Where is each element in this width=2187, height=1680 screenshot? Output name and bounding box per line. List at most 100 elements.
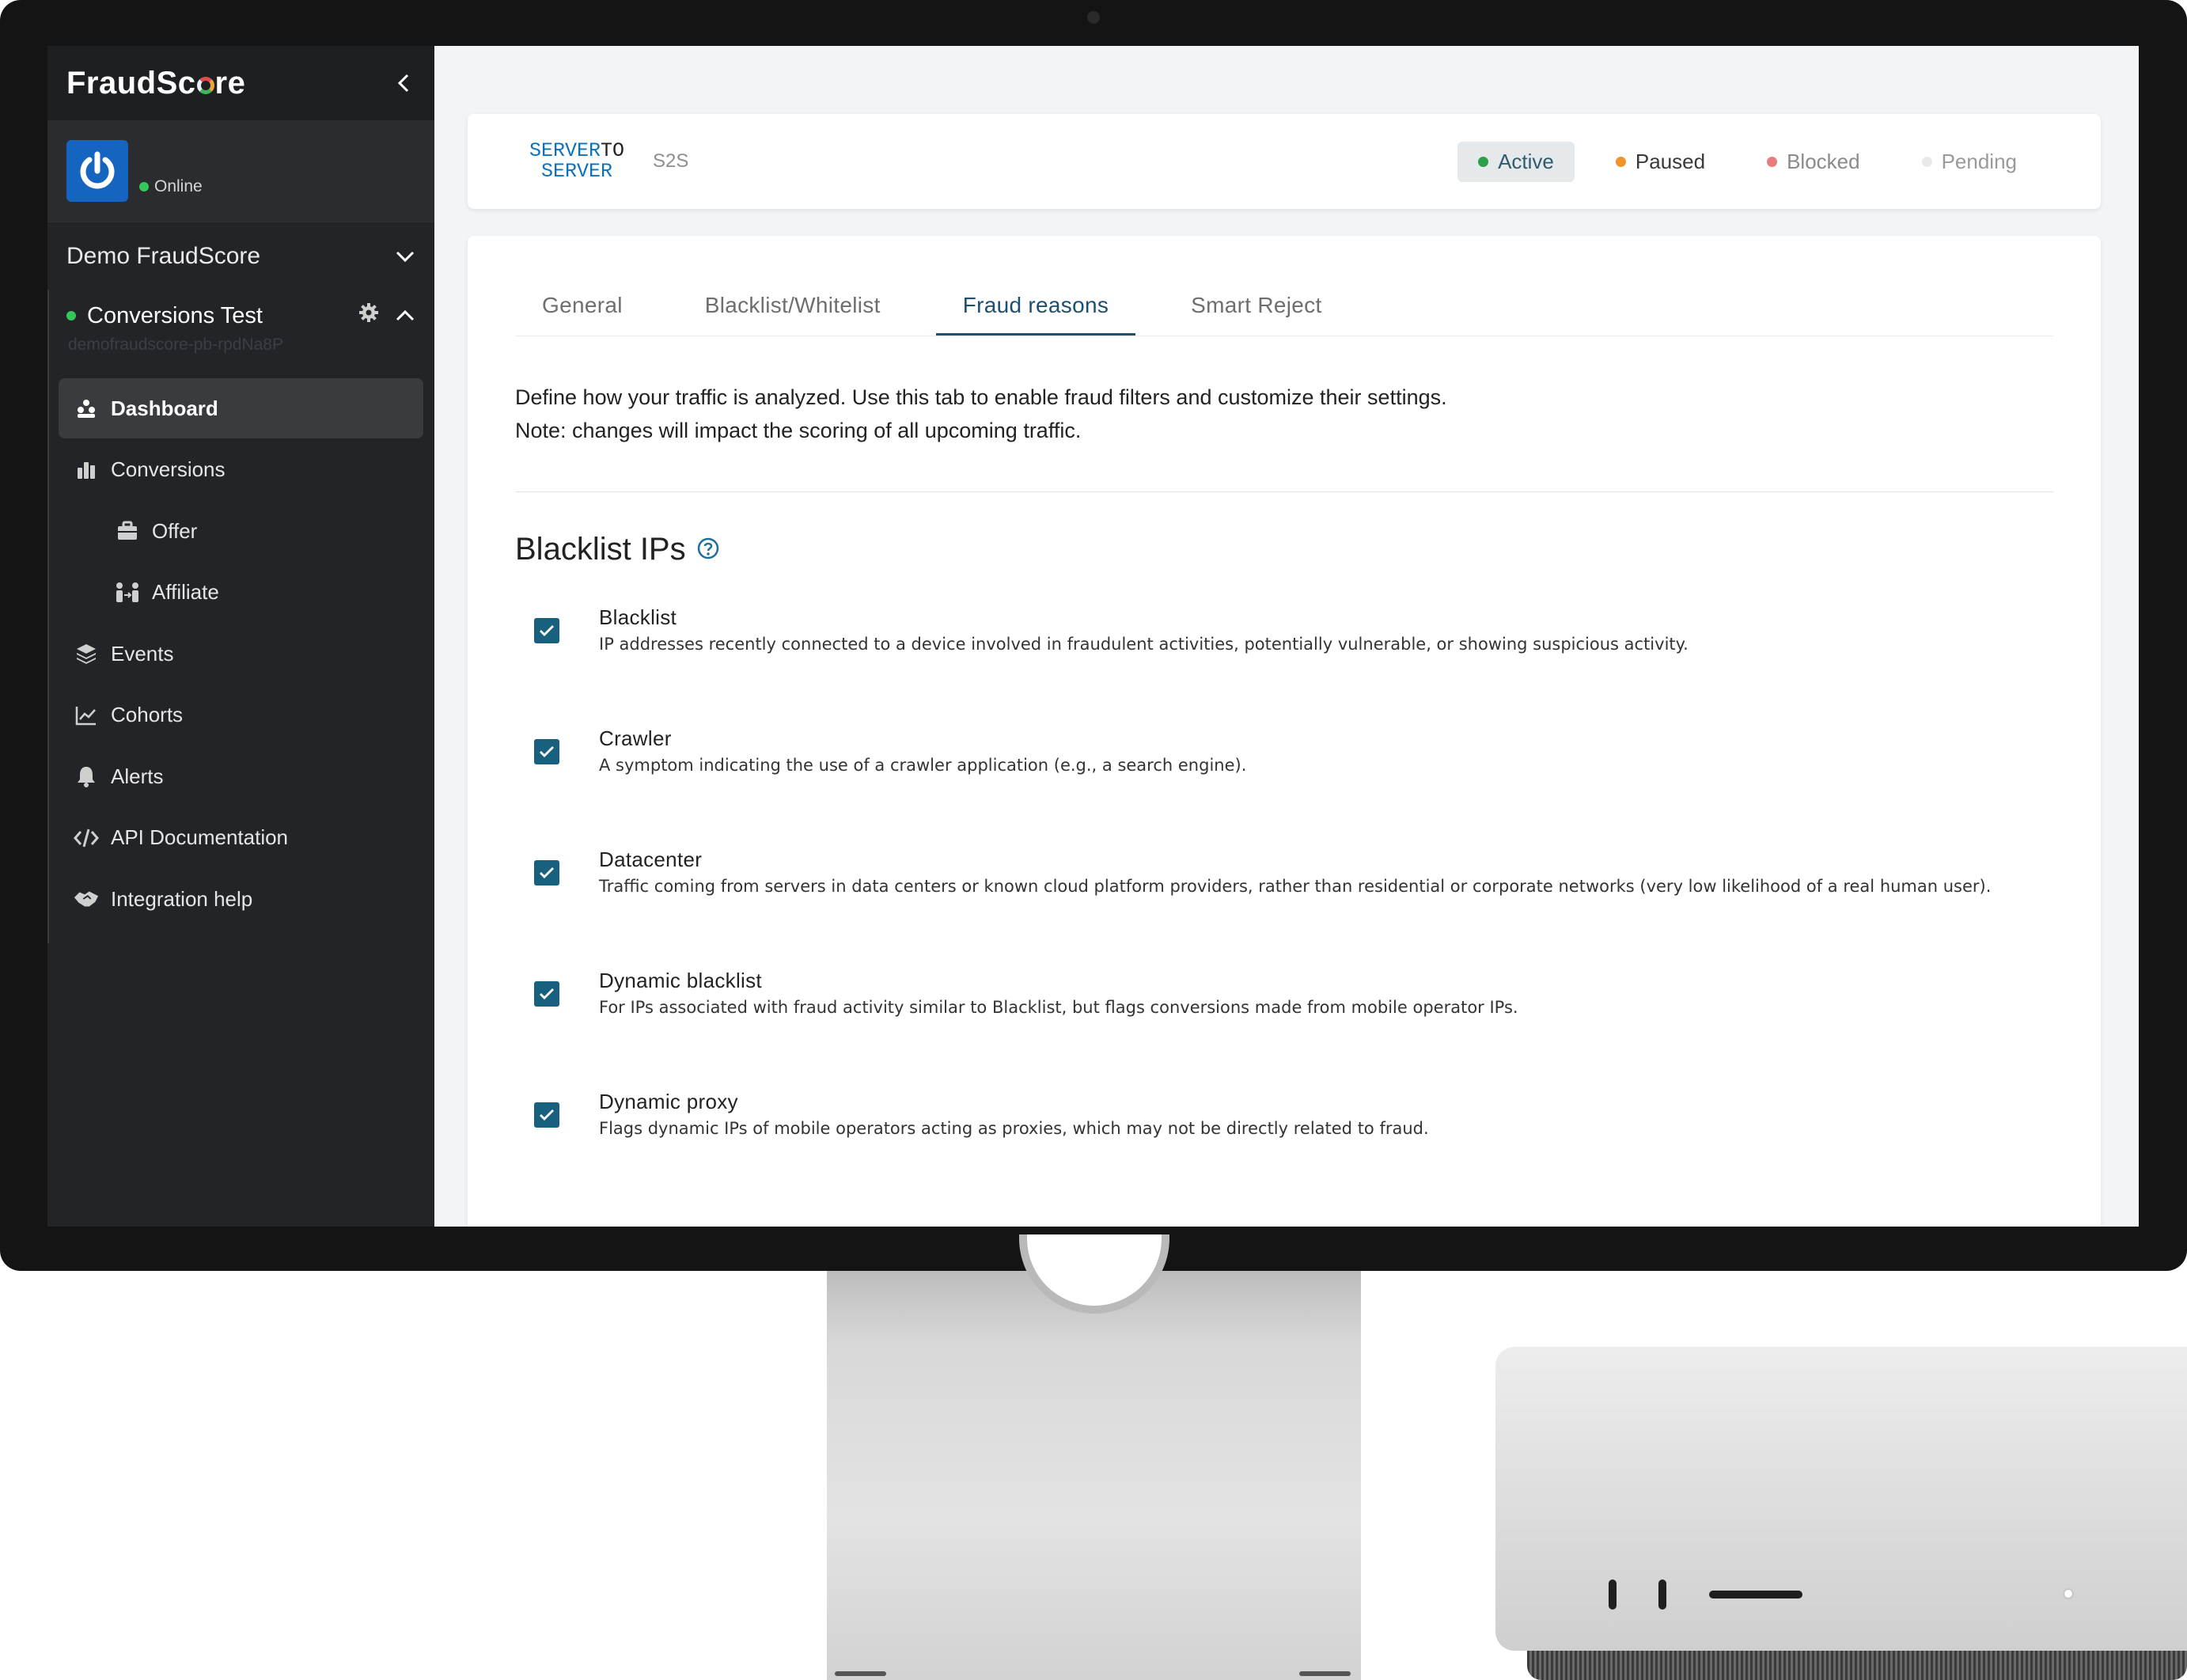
sidebar-item-label: API Documentation <box>111 825 289 849</box>
sidebar-item-affiliate[interactable]: Affiliate <box>59 563 423 623</box>
rule-title: Datacenter <box>599 848 703 871</box>
status-pending-button[interactable]: Pending <box>1901 142 2037 182</box>
org-selector[interactable]: Demo FraudScore <box>47 222 434 290</box>
status-active-button[interactable]: Active <box>1457 141 1575 182</box>
rule-crawler: Crawler A symptom indicating the use of … <box>515 726 2053 790</box>
rule-datacenter: Datacenter Traffic coming from servers i… <box>515 848 2053 911</box>
checkbox-crawler[interactable] <box>534 739 559 764</box>
sidebar-item-label: Events <box>111 641 174 666</box>
checkbox-dynamic-blacklist[interactable] <box>534 981 559 1007</box>
briefcase-icon <box>114 521 141 541</box>
online-status: Online <box>139 177 203 196</box>
intro-line-2: Note: changes will impact the scoring of… <box>515 419 1082 442</box>
rules-list: Blacklist IP addresses recently connecte… <box>515 605 2053 1153</box>
project-accent-line <box>47 290 49 943</box>
sidebar-item-dashboard[interactable]: Dashboard <box>59 378 423 438</box>
tab-blacklist-whitelist[interactable]: Blacklist/Whitelist <box>678 293 908 336</box>
rule-blacklist: Blacklist IP addresses recently connecte… <box>515 605 2053 669</box>
s2s-logo-line2: SERVER <box>541 160 613 183</box>
bell-icon <box>73 765 100 787</box>
rule-text: Crawler A symptom indicating the use of … <box>599 726 1246 790</box>
status-blocked-button[interactable]: Blocked <box>1746 142 1881 182</box>
sidebar-item-label: Affiliate <box>152 580 219 604</box>
s2s-logo-to: TO <box>601 139 625 162</box>
main-content: SERVERTO SERVER S2S Active Paused Blocke… <box>434 46 2139 1227</box>
status-label: Active <box>1498 149 1554 173</box>
stand-foot <box>1299 1671 1351 1676</box>
bar-chart-icon <box>73 460 100 480</box>
help-icon[interactable] <box>697 532 719 567</box>
collapse-sidebar-icon[interactable] <box>392 71 415 95</box>
handshake-icon <box>73 888 100 910</box>
rule-text: Dynamic blacklist For IPs associated wit… <box>599 969 1518 1032</box>
project-section: Conversions Test demofraudscore-pb-rpdNa… <box>47 290 434 943</box>
status-dot-active <box>1478 156 1489 167</box>
sidebar-item-label: Offer <box>152 518 198 543</box>
logo-row: FraudSc re <box>47 46 434 120</box>
sidebar-item-integration-help[interactable]: Integration help <box>59 869 423 929</box>
status-dot-blocked <box>1767 156 1778 167</box>
sidebar-item-alerts[interactable]: Alerts <box>59 746 423 806</box>
dashboard-icon <box>73 398 100 419</box>
org-name: Demo FraudScore <box>66 242 261 269</box>
camera-dot <box>1087 11 1100 24</box>
gear-icon[interactable] <box>358 302 379 329</box>
checkmark-icon <box>540 988 554 999</box>
s2s-logo-line1: SERVER <box>529 139 601 162</box>
sidebar-item-conversions[interactable]: Conversions <box>59 440 423 500</box>
tab-smart-reject[interactable]: Smart Reject <box>1164 293 1348 336</box>
project-header[interactable]: Conversions Test <box>66 302 415 329</box>
rule-description: IP addresses recently connected to a dev… <box>599 635 1689 654</box>
status-paused-button[interactable]: Paused <box>1595 142 1726 182</box>
tab-fraud-reasons[interactable]: Fraud reasons <box>935 293 1136 336</box>
intro-text: Define how your traffic is analyzed. Use… <box>515 336 2053 492</box>
mac-studio-vent <box>1527 1651 2187 1680</box>
people-icon <box>114 582 141 604</box>
status-dot-pending <box>1921 156 1932 167</box>
rule-text: Datacenter Traffic coming from servers i… <box>599 848 1991 911</box>
usb-c-port <box>1658 1580 1666 1610</box>
tab-bar: General Blacklist/Whitelist Fraud reason… <box>515 236 2053 336</box>
section-title: Blacklist IPs <box>515 532 2053 567</box>
checkbox-blacklist[interactable] <box>534 618 559 643</box>
rule-description: A symptom indicating the use of a crawle… <box>599 756 1247 775</box>
status-dot-paused <box>1615 156 1626 167</box>
intro-line-1: Define how your traffic is analyzed. Use… <box>515 385 1447 409</box>
project-name: Conversions Test <box>87 302 263 328</box>
checkbox-datacenter[interactable] <box>534 860 559 886</box>
online-dot <box>139 182 149 192</box>
sidebar-item-label: Dashboard <box>111 396 218 420</box>
rule-title: Dynamic proxy <box>599 1090 738 1113</box>
rule-description: For IPs associated with fraud activity s… <box>599 998 1518 1017</box>
header-card: SERVERTO SERVER S2S Active Paused Blocke… <box>468 114 2101 209</box>
sidebar-item-offer[interactable]: Offer <box>59 501 423 561</box>
sidebar: FraudSc re Online Demo FraudScore Conver… <box>47 46 434 1227</box>
chevron-up-icon[interactable] <box>395 303 415 329</box>
rule-description: Traffic coming from servers in data cent… <box>599 877 1992 896</box>
sidebar-item-api-documentation[interactable]: API Documentation <box>59 808 423 868</box>
mac-studio <box>1495 1347 2187 1651</box>
sidebar-item-label: Cohorts <box>111 703 184 726</box>
monitor-stand <box>827 1271 1361 1680</box>
rule-title: Crawler <box>599 726 672 750</box>
rule-dynamic-proxy: Dynamic proxy Flags dynamic IPs of mobil… <box>515 1090 2053 1153</box>
status-label: Paused <box>1635 149 1706 173</box>
sidebar-item-cohorts[interactable]: Cohorts <box>59 685 423 745</box>
sd-card-slot <box>1709 1591 1802 1598</box>
status-label: Pending <box>1941 149 2017 173</box>
rule-description: Flags dynamic IPs of mobile operators ac… <box>599 1119 1429 1138</box>
code-icon <box>73 828 100 848</box>
status-filter: Active Paused Blocked Pending <box>1457 141 2037 182</box>
checkbox-dynamic-proxy[interactable] <box>534 1102 559 1128</box>
stand-foot <box>835 1671 886 1676</box>
project-id: demofraudscore-pb-rpdNa8P <box>68 336 283 354</box>
monitor-bezel: FraudSc re Online Demo FraudScore Conver… <box>0 0 2187 1271</box>
chevron-down-icon <box>395 243 415 270</box>
avatar[interactable] <box>66 140 128 202</box>
sidebar-item-label: Conversions <box>111 457 226 481</box>
app-screen: FraudSc re Online Demo FraudScore Conver… <box>47 46 2139 1227</box>
layers-icon <box>73 643 100 665</box>
tab-general[interactable]: General <box>515 293 650 336</box>
checkmark-icon <box>540 1109 554 1121</box>
sidebar-item-events[interactable]: Events <box>59 624 423 684</box>
